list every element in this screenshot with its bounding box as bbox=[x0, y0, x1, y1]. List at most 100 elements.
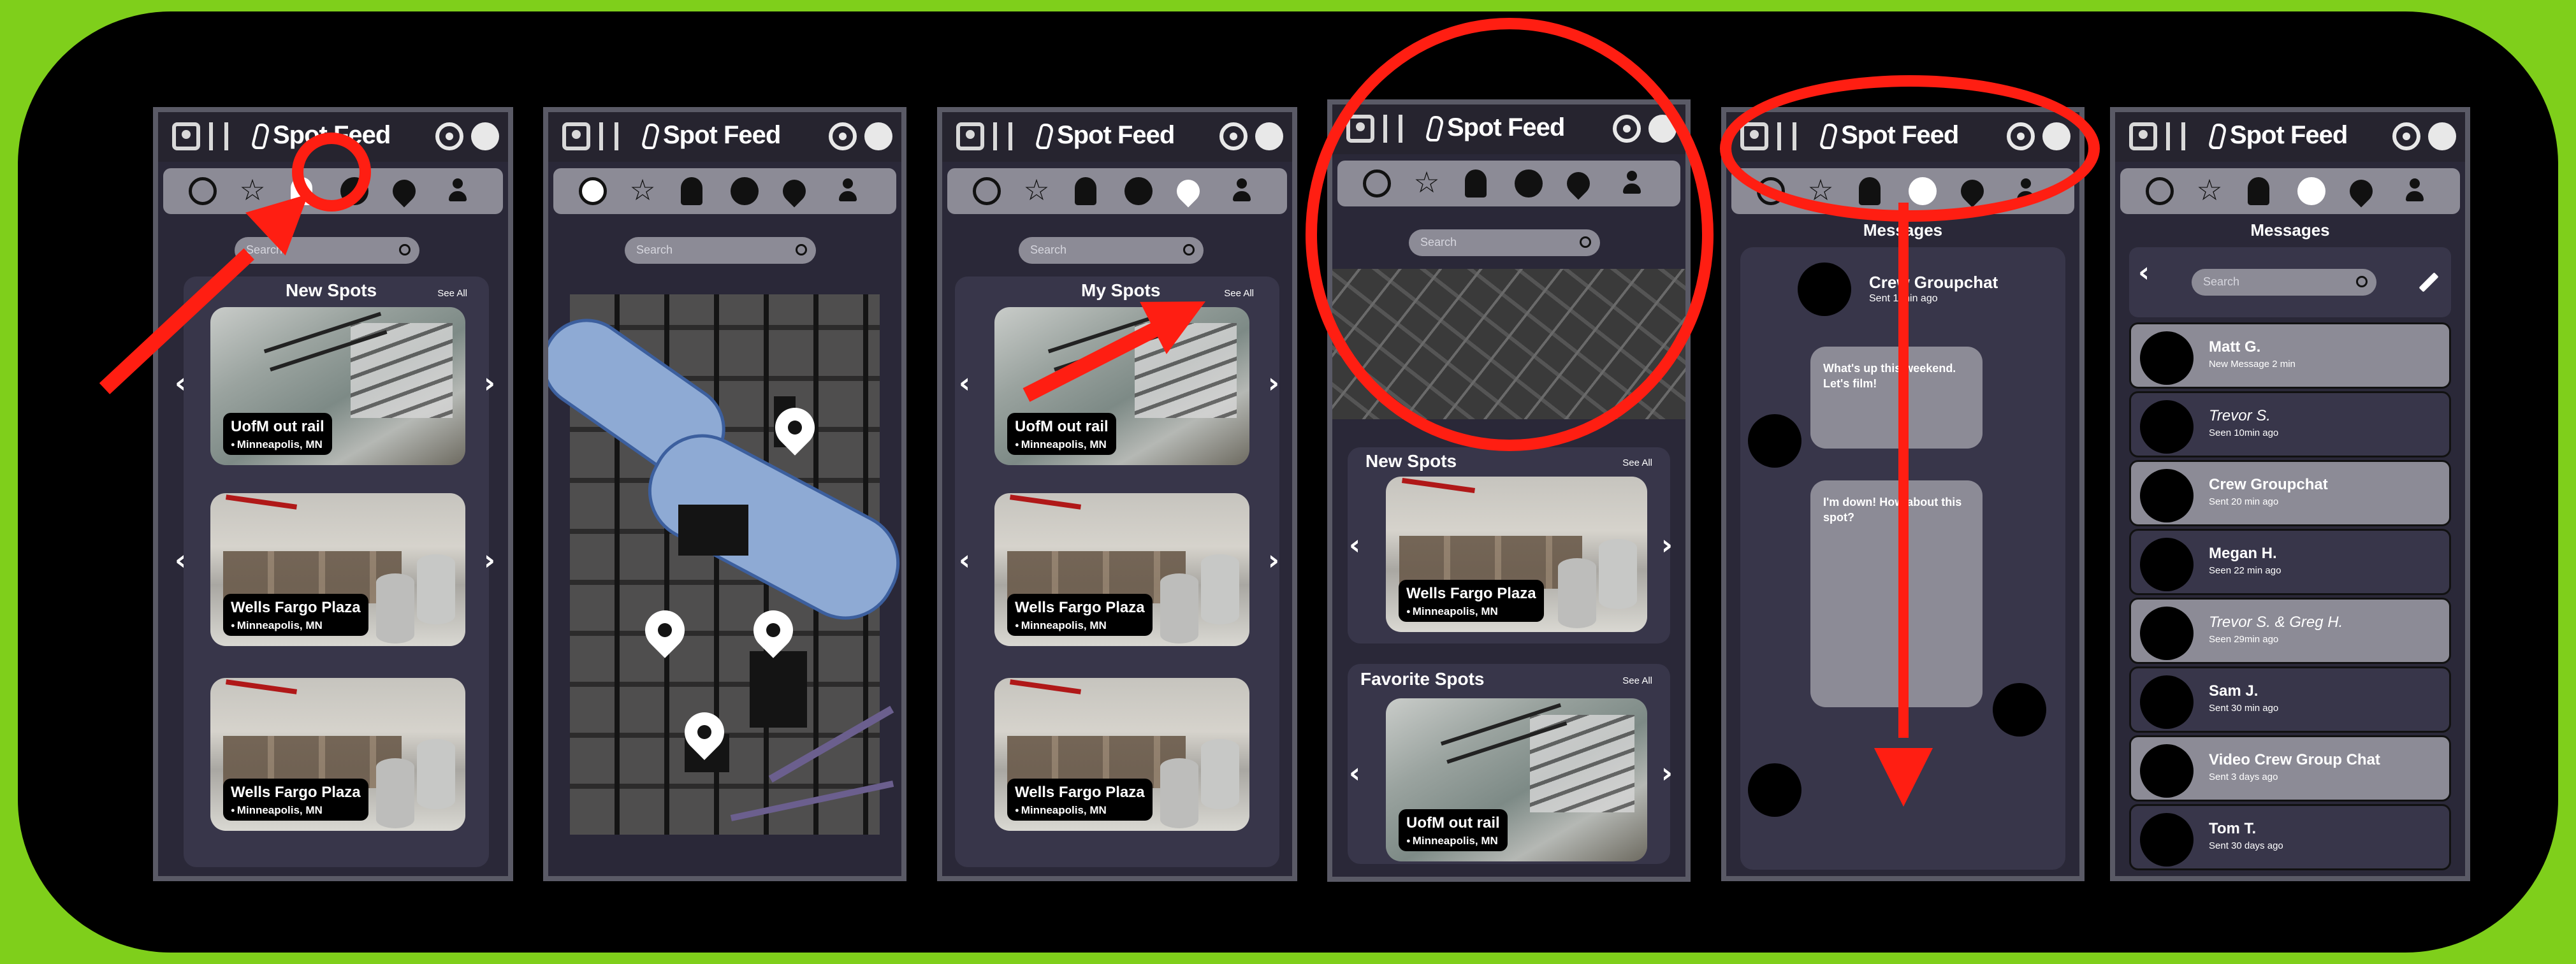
app-header: Spot Feed bbox=[2115, 112, 2465, 162]
spot-label: Wells Fargo Plaza Minneapolis, MN bbox=[223, 594, 368, 636]
tab-map-pin-icon[interactable] bbox=[778, 175, 811, 208]
tab-messages-icon[interactable] bbox=[2297, 177, 2325, 205]
see-all-link[interactable]: See All bbox=[1622, 457, 1652, 468]
annotation-circle bbox=[1306, 18, 1714, 451]
contact-name: Megan H. bbox=[2209, 545, 2277, 562]
prev-arrow[interactable]: ‹ bbox=[1349, 529, 1360, 561]
profile-icon[interactable] bbox=[2129, 122, 2157, 150]
chat-icon[interactable] bbox=[471, 122, 499, 150]
spot-card[interactable]: UofM out rail Minneapolis, MN bbox=[210, 307, 465, 465]
spot-label: Wells Fargo Plaza Minneapolis, MN bbox=[1007, 594, 1153, 636]
prev-arrow[interactable]: ‹ bbox=[175, 544, 186, 577]
message-row[interactable]: Matt G. New Message 2 min bbox=[2129, 322, 2451, 389]
message-row[interactable]: Tom T. Sent 30 days ago bbox=[2129, 804, 2451, 870]
search-input[interactable]: Search bbox=[235, 237, 419, 264]
tab-profile-icon[interactable] bbox=[1233, 177, 1251, 205]
member-avatar[interactable] bbox=[1748, 414, 1801, 468]
prev-arrow[interactable]: ‹ bbox=[175, 367, 186, 399]
location-icon[interactable] bbox=[1219, 122, 1248, 150]
chat-icon[interactable] bbox=[2428, 122, 2456, 150]
presentation-board: Spot Feed ☆ Search New Spots See All Uof… bbox=[18, 11, 2558, 953]
search-input[interactable]: Search bbox=[625, 237, 816, 264]
tab-map-pin-icon[interactable] bbox=[1172, 175, 1205, 208]
spot-card[interactable]: UofM out rail Minneapolis, MN bbox=[1386, 698, 1647, 861]
message-status: Sent 3 days ago bbox=[2209, 772, 2278, 782]
chat-message: What's up this weekend. Let's film! bbox=[1810, 347, 1983, 449]
filter-icon[interactable] bbox=[599, 122, 618, 150]
member-avatar[interactable] bbox=[1748, 763, 1801, 817]
tab-messages-icon[interactable] bbox=[1124, 177, 1153, 205]
tab-messages-icon[interactable] bbox=[731, 177, 759, 205]
tab-map-pin-icon[interactable] bbox=[388, 175, 421, 208]
location-icon[interactable] bbox=[829, 122, 857, 150]
next-arrow[interactable]: › bbox=[1661, 529, 1673, 561]
search-input[interactable]: Search bbox=[1019, 237, 1204, 264]
message-row[interactable]: Trevor S. & Greg H. Seen 29min ago bbox=[2129, 598, 2451, 664]
spot-card[interactable]: Wells Fargo Plaza Minneapolis, MN bbox=[210, 678, 465, 831]
group-avatar[interactable] bbox=[1798, 263, 1851, 316]
filter-icon[interactable] bbox=[209, 122, 228, 150]
profile-icon[interactable] bbox=[956, 122, 984, 150]
next-arrow[interactable]: › bbox=[1661, 757, 1673, 789]
tab-notifications-bell-icon[interactable] bbox=[2248, 177, 2269, 205]
prev-arrow[interactable]: ‹ bbox=[959, 544, 970, 577]
tab-explore-globe-icon[interactable] bbox=[579, 177, 607, 205]
spot-location: Minneapolis, MN bbox=[1406, 605, 1536, 618]
see-all-link[interactable]: See All bbox=[1224, 288, 1254, 299]
tab-profile-icon[interactable] bbox=[449, 177, 467, 205]
chat-icon[interactable] bbox=[1255, 122, 1283, 150]
search-placeholder: Search bbox=[1030, 243, 1067, 256]
tab-explore-globe-icon[interactable] bbox=[973, 177, 1001, 205]
prev-arrow[interactable]: ‹ bbox=[1349, 757, 1360, 789]
next-arrow[interactable]: › bbox=[1268, 544, 1279, 577]
see-all-link[interactable]: See All bbox=[1622, 675, 1652, 686]
message-status: Sent 30 min ago bbox=[2209, 703, 2279, 714]
chat-icon[interactable] bbox=[864, 122, 892, 150]
message-row[interactable]: Crew Groupchat Sent 20 min ago bbox=[2129, 460, 2451, 526]
spot-card[interactable]: Wells Fargo Plaza Minneapolis, MN bbox=[1386, 477, 1647, 632]
message-row[interactable]: Trevor S. Seen 10min ago bbox=[2129, 391, 2451, 457]
app-logo-text: Spot Feed bbox=[2230, 121, 2348, 149]
next-arrow[interactable]: › bbox=[1268, 367, 1279, 399]
tab-favorites-star-icon[interactable]: ☆ bbox=[1022, 175, 1051, 205]
prev-arrow[interactable]: ‹ bbox=[959, 367, 970, 399]
spotfeed-logo-icon bbox=[2208, 124, 2228, 149]
see-all-link[interactable]: See All bbox=[437, 288, 467, 299]
map-view[interactable] bbox=[548, 294, 901, 835]
spot-location: Minneapolis, MN bbox=[1015, 619, 1145, 632]
profile-icon[interactable] bbox=[562, 122, 590, 150]
tab-notifications-bell-icon[interactable] bbox=[1075, 177, 1096, 205]
spot-card[interactable]: Wells Fargo Plaza Minneapolis, MN bbox=[994, 493, 1249, 646]
location-icon[interactable] bbox=[2392, 122, 2420, 150]
message-row[interactable]: Video Crew Group Chat Sent 3 days ago bbox=[2129, 735, 2451, 802]
next-arrow[interactable]: › bbox=[484, 367, 495, 399]
member-avatar[interactable] bbox=[1993, 683, 2046, 737]
screen-my-spots: Spot Feed ☆ Search My Spots See All UofM… bbox=[937, 107, 1297, 881]
message-row[interactable]: Sam J. Sent 30 min ago bbox=[2129, 666, 2451, 733]
filter-icon[interactable] bbox=[2166, 122, 2185, 150]
spot-location: Minneapolis, MN bbox=[231, 804, 361, 817]
filter-icon[interactable] bbox=[993, 122, 1012, 150]
tab-map-pin-icon[interactable] bbox=[2345, 175, 2378, 208]
spot-label: UofM out rail Minneapolis, MN bbox=[223, 413, 332, 455]
tab-favorites-star-icon[interactable]: ☆ bbox=[2195, 175, 2223, 205]
search-input[interactable]: Search bbox=[2192, 269, 2376, 296]
next-arrow[interactable]: › bbox=[484, 544, 495, 577]
tab-explore-globe-icon[interactable] bbox=[189, 177, 217, 205]
message-status: Seen 22 min ago bbox=[2209, 565, 2281, 576]
avatar bbox=[2140, 675, 2194, 729]
tab-favorites-star-icon[interactable]: ☆ bbox=[629, 175, 657, 205]
spot-card[interactable]: Wells Fargo Plaza Minneapolis, MN bbox=[210, 493, 465, 646]
tab-profile-icon[interactable] bbox=[2406, 177, 2424, 205]
back-button[interactable]: ‹ bbox=[2138, 256, 2150, 289]
spot-card[interactable]: Wells Fargo Plaza Minneapolis, MN bbox=[994, 678, 1249, 831]
message-row[interactable]: Megan H. Seen 22 min ago bbox=[2129, 529, 2451, 595]
screen-messages: Spot Feed ☆ Messages ‹ Search Matt G. New… bbox=[2110, 107, 2470, 881]
tab-notifications-bell-icon[interactable] bbox=[681, 177, 702, 205]
search-icon bbox=[2356, 276, 2368, 287]
location-icon[interactable] bbox=[435, 122, 463, 150]
tab-profile-icon[interactable] bbox=[839, 177, 857, 205]
tab-explore-globe-icon[interactable] bbox=[2146, 177, 2174, 205]
profile-icon[interactable] bbox=[172, 122, 200, 150]
contact-name: Crew Groupchat bbox=[2209, 476, 2328, 493]
